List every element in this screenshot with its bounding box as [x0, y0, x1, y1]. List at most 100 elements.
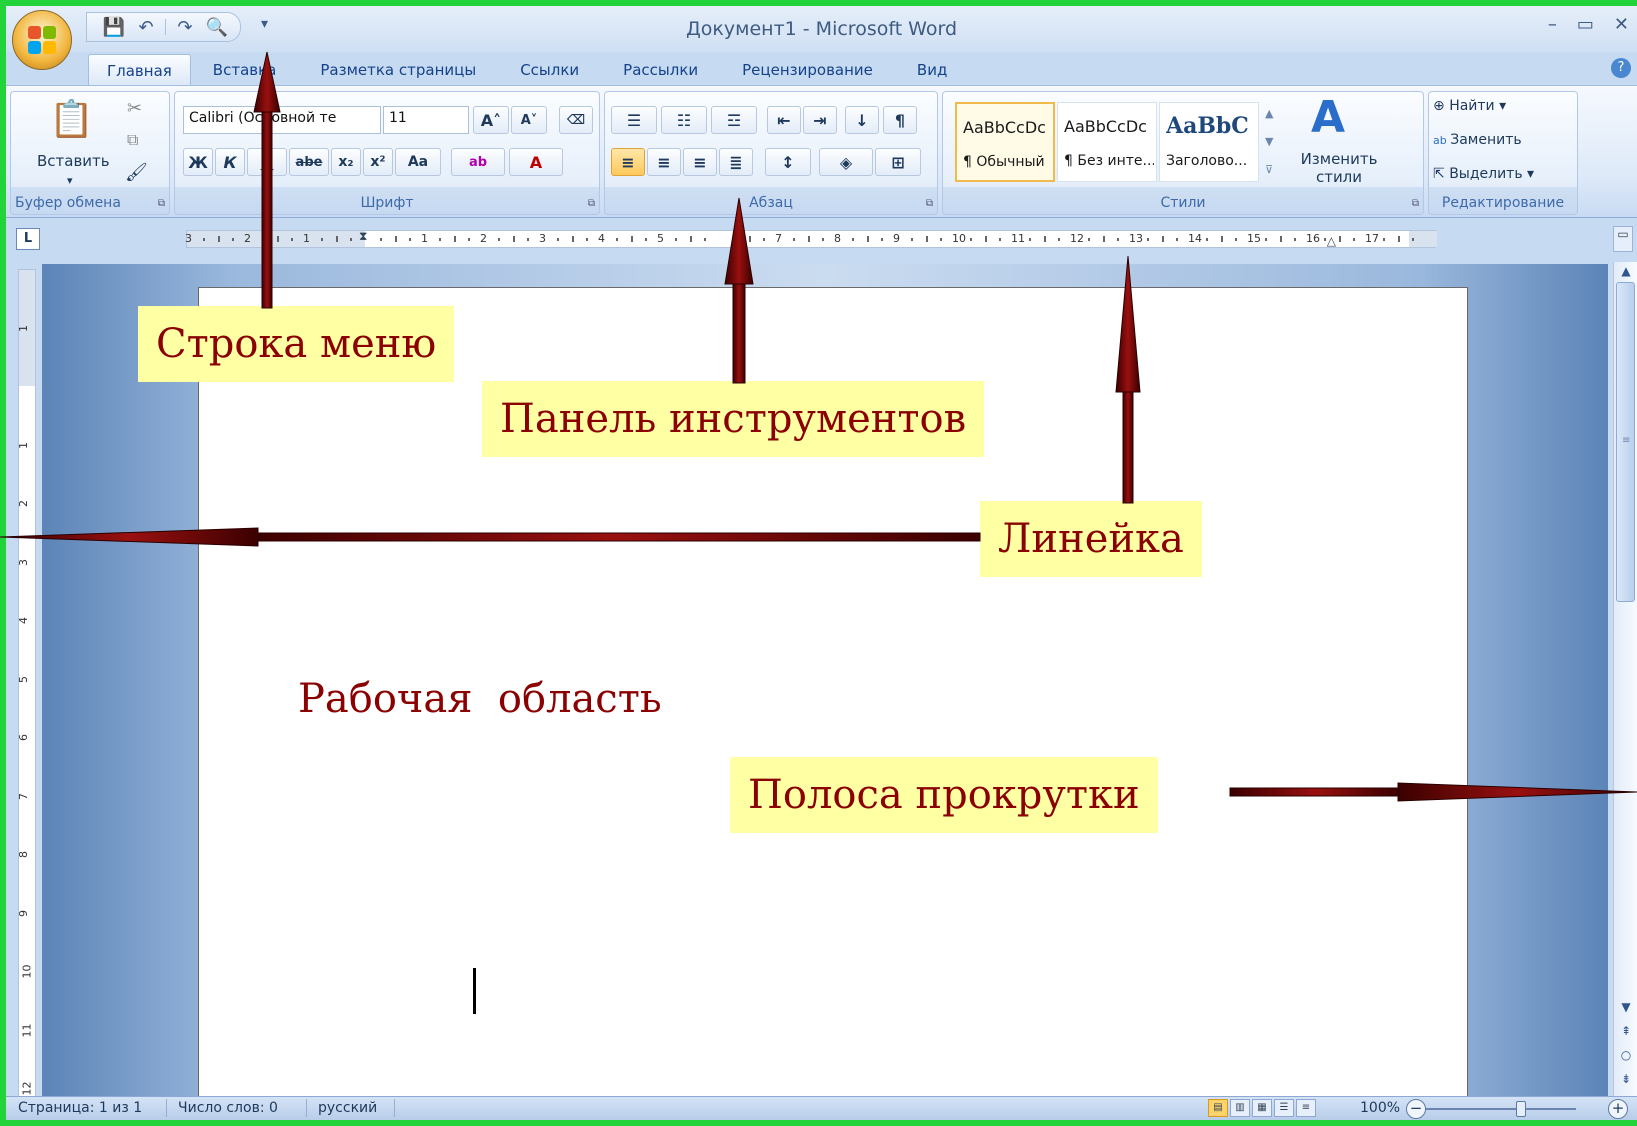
ruler-number: 2: [17, 500, 30, 507]
style-heading[interactable]: AaBbC Заголово...: [1159, 102, 1259, 182]
shrink-font-button[interactable]: A˅: [511, 106, 547, 134]
scroll-up-icon[interactable]: ▲: [1614, 264, 1637, 278]
office-button[interactable]: [12, 10, 72, 70]
select-button[interactable]: ⇱ Выделить ▾: [1433, 166, 1534, 182]
dialog-launcher-icon[interactable]: ⧉: [158, 198, 165, 209]
strikethrough-button[interactable]: abe: [289, 148, 329, 176]
replace-icon: ab: [1433, 134, 1451, 147]
zoom-out-button[interactable]: −: [1406, 1099, 1426, 1119]
shading-button[interactable]: ◈: [819, 148, 873, 176]
horizontal-ruler[interactable]: 3 2 1 1 2 3 4 5 7 8 9 10 11 12 13 14 15 16 17 ⧗ △: [185, 229, 1437, 248]
pilcrow-button[interactable]: ¶: [883, 106, 917, 134]
ruler-number: 11: [20, 1023, 34, 1037]
copy-icon[interactable]: ⧉: [127, 130, 138, 150]
close-button[interactable]: ✕: [1614, 14, 1629, 35]
dialog-launcher-icon[interactable]: ⧉: [926, 198, 933, 209]
zoom-level[interactable]: 100%: [1360, 1100, 1400, 1116]
word-count[interactable]: Число слов: 0: [178, 1100, 278, 1116]
subscript-button[interactable]: x₂: [331, 148, 361, 176]
style-normal[interactable]: AaBbCcDc ¶ Обычный: [955, 102, 1055, 182]
italic-button[interactable]: К: [215, 148, 245, 176]
align-center-button[interactable]: ≡: [647, 148, 681, 176]
editing-group-label: Редактирование: [1441, 195, 1565, 211]
minimize-button[interactable]: –: [1548, 14, 1557, 35]
find-button[interactable]: ⊕ Найти ▾: [1433, 98, 1506, 114]
ruler-tick: [320, 238, 323, 241]
style-sample: AaBbC: [1166, 113, 1249, 139]
highlight-button[interactable]: ab: [451, 148, 505, 176]
zoom-in-button[interactable]: +: [1608, 1099, 1628, 1119]
paste-icon[interactable]: 📋: [49, 98, 94, 140]
tab-view[interactable]: Вид: [895, 54, 969, 86]
zoom-slider-thumb[interactable]: [1516, 1101, 1526, 1117]
language-indicator[interactable]: русский: [318, 1100, 377, 1116]
restore-button[interactable]: ▭: [1577, 14, 1594, 35]
cut-icon[interactable]: ✂: [127, 98, 142, 119]
outline-icon[interactable]: ☰: [1274, 1099, 1294, 1117]
borders-button[interactable]: ⊞: [875, 148, 921, 176]
dialog-launcher-icon[interactable]: ⧉: [1412, 198, 1419, 209]
dialog-launcher-icon[interactable]: ⧉: [588, 198, 595, 209]
ruler-number: 5: [657, 232, 664, 245]
numbering-button[interactable]: ☷: [661, 106, 707, 134]
tab-review[interactable]: Рецензирование: [720, 54, 895, 86]
ruler-number: 1: [17, 441, 30, 449]
change-case-button[interactable]: Aa: [395, 148, 441, 176]
replace-button[interactable]: ab Заменить: [1433, 132, 1522, 148]
tab-mailings[interactable]: Рассылки: [601, 54, 720, 86]
align-left-button[interactable]: ≡: [611, 148, 645, 176]
styles-scroll-icon[interactable]: ▲ ▼ ⊽: [1265, 100, 1273, 184]
increase-indent-button[interactable]: ⇥: [803, 106, 837, 134]
font-name-input[interactable]: Calibri (Основной те: [183, 106, 381, 134]
sort-button[interactable]: ↓: [845, 106, 879, 134]
bullets-button[interactable]: ☰: [611, 106, 657, 134]
ruler-tick: [1338, 236, 1341, 242]
previous-page-icon[interactable]: ⇞: [1614, 1024, 1637, 1038]
web-layout-icon[interactable]: ▦: [1252, 1099, 1272, 1117]
font-size-input[interactable]: 11: [383, 106, 469, 134]
vertical-scrollbar[interactable]: ▲ ≡ ▼ ⇞ ○ ⇟: [1613, 262, 1637, 1100]
scroll-thumb[interactable]: ≡: [1616, 282, 1635, 602]
underline-button[interactable]: Ч: [247, 148, 287, 176]
superscript-button[interactable]: x²: [363, 148, 393, 176]
help-icon[interactable]: ?: [1611, 58, 1631, 78]
draft-icon[interactable]: ≡: [1296, 1099, 1316, 1117]
ruler-tick: [630, 236, 633, 242]
grow-font-button[interactable]: A˄: [473, 106, 509, 134]
decrease-indent-button[interactable]: ⇤: [767, 106, 801, 134]
tab-selector-button[interactable]: L: [16, 228, 40, 250]
bold-button[interactable]: Ж: [183, 148, 213, 176]
browse-object-icon[interactable]: ○: [1614, 1048, 1637, 1062]
zoom-slider[interactable]: [1426, 1108, 1576, 1110]
page-count[interactable]: Страница: 1 из 1: [18, 1100, 142, 1116]
view-ruler-icon[interactable]: ▭: [1613, 226, 1633, 252]
ruler-tick: [645, 238, 648, 241]
ruler-number: 8: [17, 851, 30, 858]
style-no-spacing[interactable]: AaBbCcDc ¶ Без инте...: [1057, 102, 1157, 182]
ruler-tick: [1220, 236, 1223, 242]
align-right-button[interactable]: ≡: [683, 148, 717, 176]
print-layout-icon[interactable]: ▤: [1208, 1099, 1228, 1117]
ruler-number: 9: [17, 909, 30, 917]
line-spacing-button[interactable]: ↕: [765, 148, 811, 176]
tab-references[interactable]: Ссылки: [498, 54, 601, 86]
tab-page-layout[interactable]: Разметка страницы: [298, 54, 498, 86]
ruler-tick: [1028, 238, 1031, 241]
font-color-button[interactable]: A: [509, 148, 563, 176]
vertical-ruler[interactable]: 1 1 2 3 4 5 6 7 8 9 10 11 12: [17, 269, 36, 1099]
multilevel-list-button[interactable]: ☲: [711, 106, 757, 134]
clear-format-icon[interactable]: ⌫: [559, 106, 593, 134]
chevron-down-icon[interactable]: ▾: [67, 174, 73, 187]
next-page-icon[interactable]: ⇟: [1614, 1072, 1637, 1086]
right-indent-marker-icon[interactable]: △: [1327, 234, 1336, 248]
full-screen-reading-icon[interactable]: ▥: [1230, 1099, 1250, 1117]
change-styles-button[interactable]: Изменить стили: [1289, 150, 1389, 186]
scroll-down-icon[interactable]: ▼: [1614, 1000, 1637, 1014]
format-painter-icon[interactable]: 🖌: [125, 162, 148, 183]
change-styles-icon[interactable]: A: [1311, 92, 1345, 143]
tab-insert[interactable]: Вставка: [191, 54, 299, 86]
justify-button[interactable]: ≣: [719, 148, 753, 176]
tab-home[interactable]: Главная: [88, 54, 191, 86]
paste-button[interactable]: Вставить: [37, 152, 110, 170]
indent-marker-icon[interactable]: ⧗: [359, 229, 367, 244]
